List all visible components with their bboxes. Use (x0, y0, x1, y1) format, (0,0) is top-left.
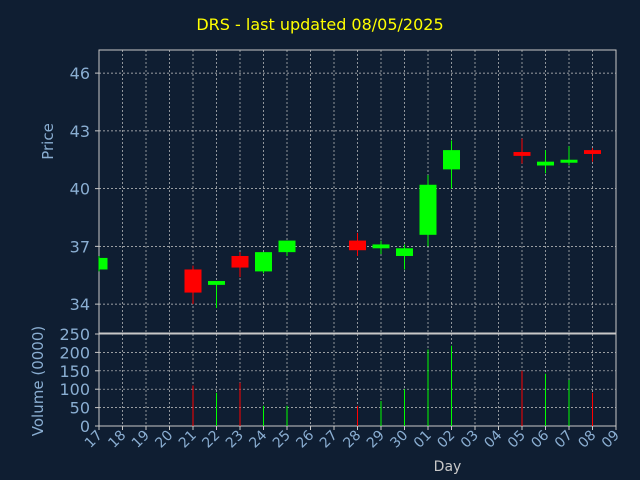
x-tick-label: 26 (293, 427, 317, 451)
x-tick-label: 24 (246, 427, 270, 451)
candle-body (560, 159, 578, 163)
x-tick-label: 04 (481, 427, 505, 451)
x-tick-label: 22 (199, 428, 223, 452)
volume-axis-label: Volume (0000) (29, 326, 47, 436)
x-tick-label: 06 (528, 427, 552, 451)
candle-body (255, 252, 272, 272)
x-tick-label: 02 (434, 428, 458, 452)
candle-body (396, 248, 413, 256)
candle-body (513, 152, 531, 156)
x-tick-label: 27 (317, 428, 341, 452)
x-tick-label: 23 (223, 428, 247, 452)
x-tick-label: 01 (411, 428, 435, 452)
x-tick-label: 25 (270, 428, 294, 452)
x-tick-label: 05 (505, 428, 529, 452)
candle-body (208, 281, 225, 285)
x-tick-label: 09 (599, 428, 623, 452)
candle-body (99, 257, 108, 270)
price-tick-label: 46 (70, 64, 90, 83)
volume-tick-label: 100 (59, 380, 90, 399)
volume-tick-label: 250 (59, 325, 90, 344)
price-tick-label: 43 (70, 122, 90, 141)
candle-body (231, 255, 249, 268)
candle-body (349, 240, 366, 251)
x-tick-label: 07 (552, 428, 576, 452)
candle-body (537, 161, 554, 166)
x-tick-label: 19 (129, 428, 153, 452)
x-tick-label: 18 (105, 428, 129, 452)
x-tick-label: 29 (364, 428, 388, 452)
x-tick-label: 28 (340, 428, 364, 452)
x-tick-label: 03 (458, 428, 482, 452)
price-tick-label: 37 (70, 237, 90, 256)
price-tick-label: 40 (70, 180, 90, 199)
volume-tick-label: 0 (80, 417, 90, 436)
x-axis-label: Day (434, 459, 462, 475)
volume-tick-label: 200 (59, 343, 90, 362)
volume-tick-label: 50 (70, 399, 90, 418)
price-tick-label: 34 (70, 295, 90, 314)
x-tick-label: 08 (575, 428, 599, 452)
price-axis-label: Price (39, 123, 57, 160)
x-tick-label: 20 (152, 428, 176, 452)
x-tick-label: 30 (387, 428, 411, 452)
candlestick-chart: 17 18 19 20 21 22 23 24 25 26 27 28 29 30 01 02 03 04 05 06… (29, 49, 623, 475)
x-tick-label: 21 (176, 428, 200, 452)
candle-body (372, 244, 390, 249)
volume-tick-label: 150 (59, 362, 90, 381)
candle-body (278, 240, 296, 253)
candle-body (419, 184, 437, 235)
candle-body (443, 150, 460, 170)
candle-body (184, 269, 202, 293)
candle-body (584, 150, 601, 154)
